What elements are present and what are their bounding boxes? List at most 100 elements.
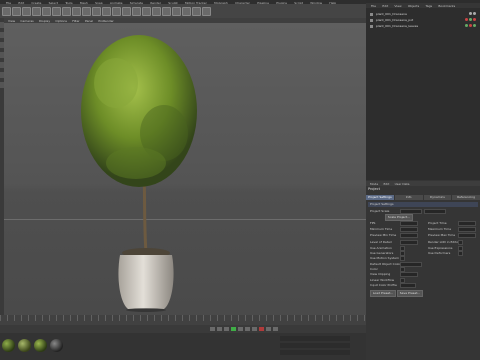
- object-row[interactable]: plant_001_Dracaena_leaves: [370, 24, 478, 28]
- view-clipping-select[interactable]: [400, 272, 418, 277]
- object-row[interactable]: plant_001_Dracaena_pot: [370, 18, 478, 22]
- record-icon[interactable]: [259, 327, 264, 331]
- attr-label: View Clipping: [370, 272, 391, 276]
- object-name: plant_001_Dracaena_leaves: [375, 24, 419, 28]
- object-row[interactable]: plant_001_Dracaena: [370, 12, 478, 16]
- material-swatch[interactable]: [18, 339, 31, 352]
- coordinate-manager: [280, 336, 360, 358]
- attr-label: Color: [370, 267, 378, 271]
- subdivision-icon[interactable]: [152, 6, 161, 16]
- render-view-icon[interactable]: [102, 6, 111, 16]
- previous-frame-icon[interactable]: [224, 327, 229, 331]
- keyframe-selection-icon[interactable]: [273, 327, 278, 331]
- object-tags: [465, 18, 476, 21]
- tab-referencing[interactable]: Referencing: [452, 195, 480, 200]
- autokey-icon[interactable]: [266, 327, 271, 331]
- maximum-time-field[interactable]: [458, 227, 476, 232]
- am-menu-user-data[interactable]: User Data: [395, 182, 410, 186]
- play-icon[interactable]: [231, 327, 236, 331]
- preview-max-time-field[interactable]: [458, 233, 476, 238]
- scale-icon[interactable]: [42, 6, 51, 16]
- potted-tree-render: [81, 35, 197, 312]
- om-menu-view[interactable]: View: [394, 4, 401, 8]
- goto-start-icon[interactable]: [210, 327, 215, 331]
- material-swatch[interactable]: [2, 339, 15, 352]
- coordinate-system-icon[interactable]: [92, 6, 101, 16]
- scale-project-button[interactable]: Scale Project...: [385, 214, 413, 221]
- object-tags: [469, 12, 476, 15]
- load-preset-button[interactable]: Load Preset...: [370, 290, 396, 297]
- previous-key-icon[interactable]: [217, 327, 222, 331]
- save-preset-button[interactable]: Save Preset...: [397, 290, 423, 297]
- coordinate-field-x[interactable]: [280, 336, 350, 341]
- next-frame-icon[interactable]: [238, 327, 243, 331]
- attr-label: Level of Detail: [370, 240, 392, 244]
- minimum-time-field[interactable]: [400, 227, 418, 232]
- use-motion-system-checkbox[interactable]: [400, 256, 405, 261]
- attr-label: Minimum Time: [370, 227, 393, 231]
- input-color-profile-select[interactable]: [400, 283, 416, 288]
- attr-label: Preview Min Time: [370, 233, 397, 237]
- project-time-field[interactable]: [458, 221, 476, 226]
- coordinate-field-y[interactable]: [280, 343, 350, 348]
- attr-label: Use Animation: [370, 246, 392, 250]
- floor-icon[interactable]: [182, 6, 191, 16]
- material-swatch[interactable]: [34, 339, 47, 352]
- pen-icon[interactable]: [142, 6, 151, 16]
- y-axis-icon[interactable]: [72, 6, 81, 16]
- object-manager-menu: File Edit View Objects Tags Bookmarks: [366, 3, 480, 8]
- timeline-ticks: [0, 315, 366, 321]
- main-toolbar: [0, 4, 366, 18]
- goto-end-icon[interactable]: [252, 327, 257, 331]
- attr-label: Use Expressions: [428, 246, 453, 250]
- tab-dynamics[interactable]: Dynamics: [423, 195, 452, 200]
- render-lod-checkbox[interactable]: [458, 240, 463, 245]
- fps-field[interactable]: [400, 221, 418, 226]
- array-icon[interactable]: [162, 6, 171, 16]
- render-picture-viewer-icon[interactable]: [112, 6, 121, 16]
- z-axis-icon[interactable]: [82, 6, 91, 16]
- om-menu-file[interactable]: File: [371, 4, 376, 8]
- attribute-manager-menu: Mode Edit User Data: [366, 181, 480, 186]
- playback-controls: [0, 325, 366, 333]
- om-menu-edit[interactable]: Edit: [382, 4, 388, 8]
- attribute-manager: [366, 180, 480, 360]
- object-name: plant_001_Dracaena_pot: [375, 18, 414, 22]
- coordinate-field-z[interactable]: [280, 350, 350, 355]
- live-selection-icon[interactable]: [22, 6, 31, 16]
- attr-label: Use Deformers: [428, 251, 451, 255]
- move-icon[interactable]: [32, 6, 41, 16]
- attr-label: Use Motion System: [370, 256, 399, 260]
- attr-label: Render LOD in Editor: [428, 240, 460, 244]
- render-settings-icon[interactable]: [122, 6, 131, 16]
- null-object-icon: [370, 12, 373, 16]
- tab-info[interactable]: Info: [394, 195, 423, 200]
- tab-project-settings[interactable]: Project Settings: [366, 195, 394, 200]
- project-scale-unit-select[interactable]: [424, 209, 446, 214]
- attr-label: Default Object Color: [370, 262, 401, 266]
- level-of-detail-field[interactable]: [400, 240, 418, 245]
- use-deformers-checkbox[interactable]: [458, 251, 463, 256]
- preview-min-time-field[interactable]: [400, 233, 418, 238]
- am-menu-mode[interactable]: Mode: [370, 182, 378, 186]
- om-menu-tags[interactable]: Tags: [425, 4, 432, 8]
- om-menu-objects[interactable]: Objects: [408, 4, 419, 8]
- attribute-tabs: Project Settings Info Dynamics Referenci…: [366, 195, 480, 200]
- attr-label: Project Time: [428, 221, 447, 225]
- am-menu-edit[interactable]: Edit: [383, 182, 389, 186]
- attribute-title: Project: [368, 187, 380, 191]
- material-swatch[interactable]: [50, 339, 63, 352]
- om-menu-bookmarks[interactable]: Bookmarks: [438, 4, 455, 8]
- next-key-icon[interactable]: [245, 327, 250, 331]
- camera-icon[interactable]: [192, 6, 201, 16]
- cube-icon[interactable]: [132, 6, 141, 16]
- x-axis-icon[interactable]: [62, 6, 71, 16]
- attr-label: Linear Workflow: [370, 278, 395, 282]
- undo-icon[interactable]: [2, 6, 11, 16]
- light-icon[interactable]: [202, 6, 211, 16]
- attr-label: Use Generators: [370, 251, 394, 255]
- bend-icon[interactable]: [172, 6, 181, 16]
- polygon-object-icon: [370, 18, 373, 22]
- redo-icon[interactable]: [12, 6, 21, 16]
- rotate-icon[interactable]: [52, 6, 61, 16]
